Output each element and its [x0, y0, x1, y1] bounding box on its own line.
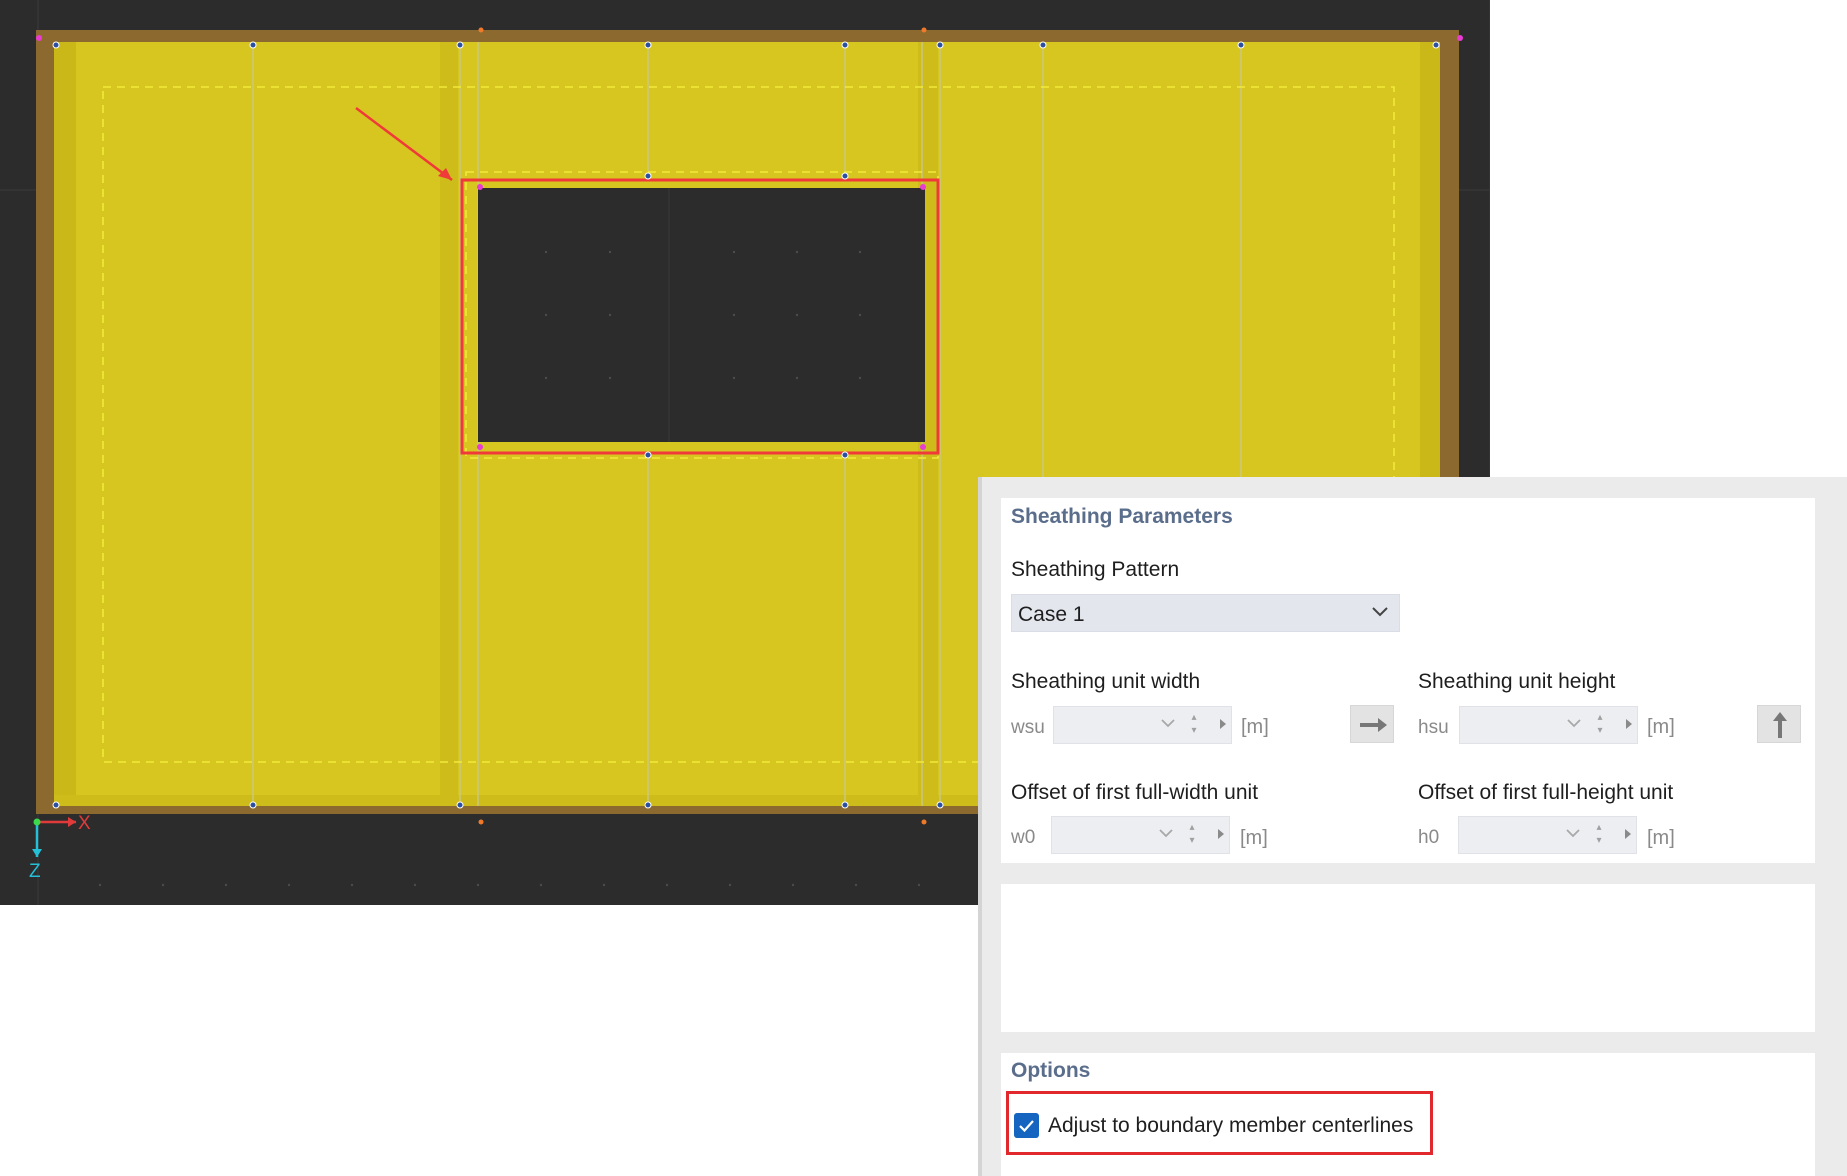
grid-dot: [854, 883, 858, 887]
chevron-down-icon[interactable]: [1158, 828, 1174, 840]
grid-dot: [728, 883, 732, 887]
sheathing-unit-width-input[interactable]: ▴ ▾: [1053, 706, 1232, 744]
h0-symbol: h0: [1418, 827, 1440, 848]
grid-dot: [98, 883, 102, 887]
step-forward-icon[interactable]: [1218, 717, 1228, 731]
grid-dot: [791, 883, 795, 887]
offset-full-height-input[interactable]: ▴ ▾: [1458, 816, 1637, 854]
grid-dot: [161, 883, 165, 887]
sheathing-pattern-select[interactable]: Case 1: [1011, 594, 1400, 632]
grid-dot: [917, 883, 921, 887]
sheathing-unit-width-label: Sheathing unit width: [1011, 670, 1201, 693]
step-forward-icon[interactable]: [1623, 827, 1633, 841]
chevron-down-icon[interactable]: [1566, 718, 1582, 730]
sheathing-parameters-title: Sheathing Parameters: [1011, 505, 1233, 528]
offset-full-width-label: Offset of first full-width unit: [1011, 781, 1259, 804]
z-axis-label: Z: [29, 861, 41, 882]
adjust-centerlines-checkbox[interactable]: [1014, 1113, 1039, 1138]
checkmark-icon: [1019, 1120, 1034, 1133]
grid-dot: [539, 883, 543, 887]
arrow-up-icon: [1773, 712, 1787, 738]
grid-dot: [413, 883, 417, 887]
offset-full-width-input[interactable]: ▴ ▾: [1051, 816, 1230, 854]
sheathing-pattern-label: Sheathing Pattern: [1011, 558, 1180, 581]
chevron-down-icon[interactable]: [1160, 718, 1176, 730]
h0-unit: [m]: [1647, 827, 1675, 849]
arrow-right-icon: [1360, 718, 1387, 732]
hsu-unit: [m]: [1647, 716, 1675, 738]
empty-section: [1001, 884, 1815, 1032]
grid-dot: [476, 883, 480, 887]
x-axis-label: X: [78, 813, 91, 834]
step-forward-icon[interactable]: [1624, 717, 1634, 731]
sheathing-pattern-value: Case 1: [1018, 603, 1085, 626]
spinner-up-down-icon[interactable]: ▴ ▾: [1188, 711, 1200, 737]
w0-symbol: w0: [1011, 827, 1036, 848]
options-title: Options: [1011, 1059, 1091, 1082]
spinner-up-down-icon[interactable]: ▴ ▾: [1593, 821, 1605, 847]
height-direction-button[interactable]: [1757, 705, 1801, 743]
grid-dot: [287, 883, 291, 887]
grid-dot: [665, 883, 669, 887]
grid-dot: [602, 883, 606, 887]
chevron-down-icon: [1372, 607, 1388, 617]
grid-dot: [350, 883, 354, 887]
width-direction-button[interactable]: [1350, 705, 1394, 743]
sheathing-unit-height-label: Sheathing unit height: [1418, 670, 1616, 693]
step-forward-icon[interactable]: [1216, 827, 1226, 841]
spinner-up-down-icon[interactable]: ▴ ▾: [1594, 711, 1606, 737]
chevron-down-icon[interactable]: [1565, 828, 1581, 840]
offset-full-height-label: Offset of first full-height unit: [1418, 781, 1674, 804]
wsu-unit: [m]: [1241, 716, 1269, 738]
adjust-centerlines-label[interactable]: Adjust to boundary member centerlines: [1048, 1114, 1413, 1138]
sheathing-unit-height-input[interactable]: ▴ ▾: [1459, 706, 1638, 744]
w0-unit: [m]: [1240, 827, 1268, 849]
hsu-symbol: hsu: [1418, 717, 1449, 738]
grid-dot: [224, 883, 228, 887]
spinner-up-down-icon[interactable]: ▴ ▾: [1186, 821, 1198, 847]
panel-edge: [978, 477, 982, 1176]
wsu-symbol: wsu: [1011, 717, 1045, 738]
